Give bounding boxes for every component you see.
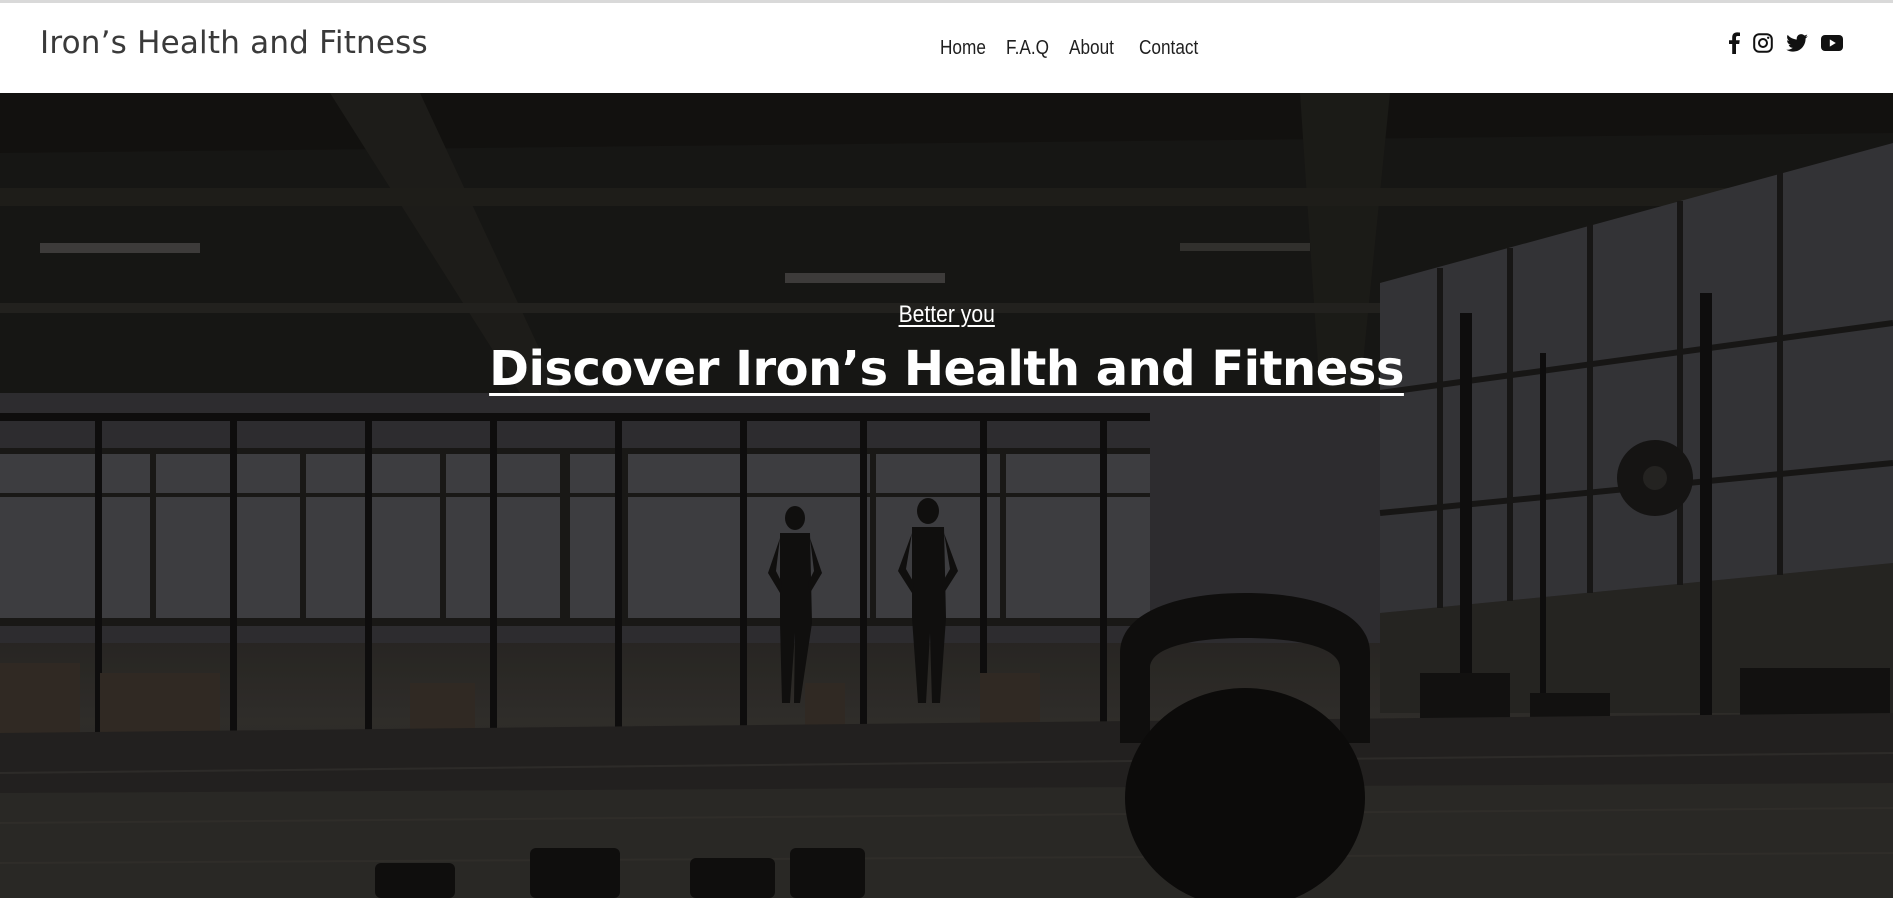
facebook-icon[interactable]	[1724, 31, 1744, 55]
hero-headline-link[interactable]: Discover Iron’s Health and Fitness	[489, 341, 1404, 397]
social-links	[1724, 31, 1844, 55]
page: Iron’s Health and Fitness Home F.A.Q Abo…	[0, 0, 1893, 898]
youtube-icon[interactable]	[1820, 31, 1844, 55]
hero-section: Better you Discover Iron’s Health and Fi…	[0, 93, 1893, 898]
hero-kicker: Better you	[0, 301, 1893, 329]
twitter-icon[interactable]	[1785, 31, 1809, 55]
hero-headline: Discover Iron’s Health and Fitness	[0, 341, 1893, 397]
hero-kicker-link[interactable]: Better you	[898, 301, 994, 329]
nav-about-link[interactable]: About	[1069, 37, 1114, 60]
nav-contact-link[interactable]: Contact	[1139, 37, 1198, 60]
site-header: Iron’s Health and Fitness Home F.A.Q Abo…	[0, 0, 1893, 93]
nav-faq-link[interactable]: F.A.Q	[1006, 37, 1049, 60]
main-nav: Home F.A.Q About Contact	[940, 37, 1208, 60]
instagram-icon[interactable]	[1751, 31, 1775, 55]
hero-dark-overlay	[0, 93, 1893, 898]
nav-home-link[interactable]: Home	[940, 37, 986, 60]
site-brand-link[interactable]: Iron’s Health and Fitness	[40, 25, 428, 61]
